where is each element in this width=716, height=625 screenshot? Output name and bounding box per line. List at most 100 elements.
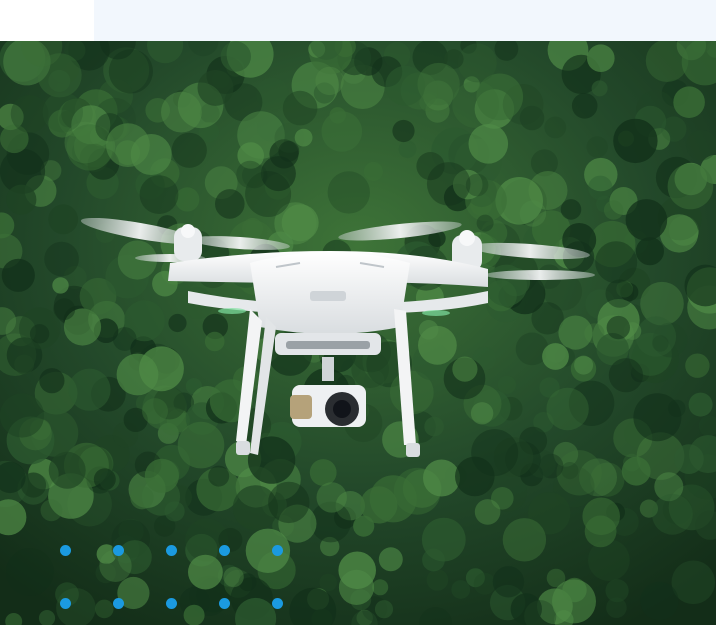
tree-crown xyxy=(204,331,225,352)
tree-crown xyxy=(215,189,245,219)
tree-crown xyxy=(452,356,478,382)
motor-cap-right xyxy=(459,230,475,246)
tree-crown xyxy=(528,171,568,210)
tree-crown xyxy=(327,171,370,214)
tree-crown xyxy=(42,92,83,133)
tree-crown xyxy=(476,214,494,232)
tree-crown xyxy=(468,124,509,164)
tree-crown xyxy=(417,62,460,106)
tree-crown xyxy=(492,566,525,598)
tree-crown xyxy=(542,343,569,370)
tree-crown xyxy=(423,459,460,497)
tree-crown xyxy=(106,123,150,167)
tree-crown xyxy=(688,392,713,417)
tree-crown xyxy=(613,118,658,164)
tree-crown xyxy=(48,204,79,235)
tree-crown xyxy=(685,353,710,378)
tree-crown xyxy=(0,393,45,438)
camera-motor xyxy=(290,395,312,419)
tree-crown xyxy=(319,573,338,592)
tree-crown xyxy=(360,486,398,524)
tree-crown xyxy=(236,160,264,189)
landing-foot-right xyxy=(406,443,420,457)
tree-crown xyxy=(39,368,65,394)
tree-crown xyxy=(392,119,415,143)
tree-crown xyxy=(574,355,594,375)
decor-dot xyxy=(219,598,230,609)
drone-photo xyxy=(0,41,716,625)
tree-crown xyxy=(473,572,496,595)
tree-crown xyxy=(52,277,69,294)
tree-crown xyxy=(171,132,207,168)
decor-dot xyxy=(113,545,124,556)
tree-crown xyxy=(10,95,49,133)
tree-crown xyxy=(457,43,497,83)
tree-crown xyxy=(561,462,579,480)
decor-dot xyxy=(113,598,124,609)
tree-crown xyxy=(40,499,63,522)
tree-crown xyxy=(605,579,629,603)
tree-crown xyxy=(552,579,596,624)
tree-crown xyxy=(571,93,598,119)
tree-crown xyxy=(294,128,313,147)
tree-crown xyxy=(652,493,693,535)
tree-crown xyxy=(29,324,50,344)
decor-dot xyxy=(166,598,177,609)
tree-crown xyxy=(633,393,682,442)
page xyxy=(0,0,716,625)
decor-dot xyxy=(219,545,230,556)
tree-crown xyxy=(497,375,516,394)
tree-crown xyxy=(591,80,608,97)
tree-crown xyxy=(470,402,494,425)
tree-crown xyxy=(667,163,714,210)
decor-dot xyxy=(166,545,177,556)
tree-crown xyxy=(587,44,615,72)
tree-crown xyxy=(588,175,613,200)
top-band xyxy=(94,0,716,41)
tree-crown xyxy=(502,518,547,562)
tree-crown xyxy=(603,200,624,220)
tree-crown xyxy=(546,387,589,431)
tree-crown xyxy=(278,140,300,162)
led-left xyxy=(218,308,246,314)
tree-crown xyxy=(48,451,86,489)
drone-vent xyxy=(310,291,346,301)
tree-crown xyxy=(177,421,225,469)
tree-crown xyxy=(544,116,567,139)
gimbal-plate xyxy=(286,341,370,349)
tree-crown xyxy=(112,327,137,351)
tree-crown xyxy=(363,161,383,182)
tree-crown xyxy=(606,315,630,340)
tree-crown xyxy=(426,569,449,591)
tree-crown xyxy=(374,600,394,619)
tree-crown xyxy=(560,199,582,220)
tree-crown xyxy=(130,486,154,510)
camera-lens-inner xyxy=(333,400,351,418)
propeller-rear-right xyxy=(485,270,595,280)
tree-crown xyxy=(418,325,457,365)
tree-crown xyxy=(6,184,37,215)
tree-crown xyxy=(426,162,471,206)
tree-crown xyxy=(605,279,634,308)
tree-crown xyxy=(378,547,403,572)
tree-crown xyxy=(44,241,79,277)
tree-crown xyxy=(625,199,668,241)
tree-crown xyxy=(424,416,444,437)
tree-crown xyxy=(68,368,111,411)
tree-crown xyxy=(421,517,466,562)
tree-crown xyxy=(197,69,234,106)
tree-crown xyxy=(6,548,54,596)
tree-crown xyxy=(621,456,651,486)
tree-crown xyxy=(595,241,638,284)
tree-crown xyxy=(142,398,168,425)
tree-crown xyxy=(471,429,519,477)
landing-foot-left xyxy=(236,441,250,455)
tree-crown xyxy=(558,315,593,350)
dot-grid-decoration xyxy=(60,545,290,610)
tree-crown xyxy=(14,354,35,375)
tree-crown xyxy=(268,481,310,524)
tree-crown xyxy=(398,140,417,159)
camera-stem xyxy=(322,357,334,381)
decor-dot xyxy=(272,545,283,556)
tree-crown xyxy=(315,66,344,96)
